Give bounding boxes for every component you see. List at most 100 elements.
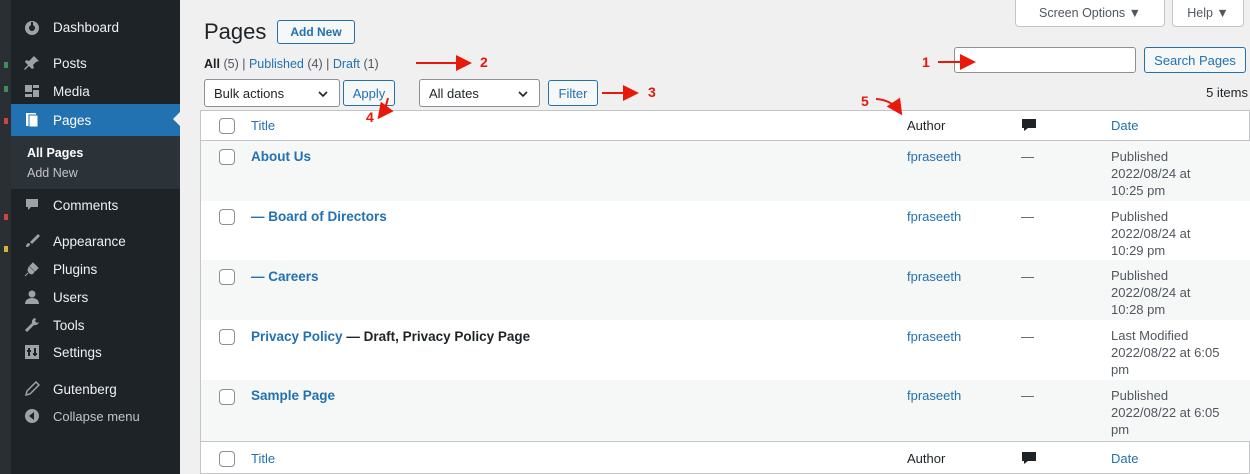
date-status: Published bbox=[1111, 268, 1169, 283]
sidebar-item-posts[interactable]: Posts bbox=[11, 48, 180, 78]
page-title-link[interactable]: About Us bbox=[251, 149, 311, 164]
main-content: Screen Options ▼ Help ▼ Pages Add New Al… bbox=[180, 0, 1250, 474]
submenu-all-pages[interactable]: All Pages bbox=[27, 146, 83, 160]
date-cell: Published 2022/08/24 at 10:28 pm bbox=[1111, 267, 1250, 318]
column-date-footer[interactable]: Date bbox=[1111, 451, 1138, 466]
sidebar-item-label: Gutenberg bbox=[53, 381, 117, 397]
pin-icon bbox=[24, 55, 40, 71]
sidebar-item-label: Media bbox=[53, 83, 90, 99]
comment-count: — bbox=[1021, 329, 1034, 344]
date-time: 10:28 pm bbox=[1111, 302, 1166, 317]
page-title-link[interactable]: — Careers bbox=[251, 269, 319, 284]
pages-submenu: All Pages Add New bbox=[11, 136, 180, 189]
page-title-link[interactable]: — Board of Directors bbox=[251, 209, 387, 224]
table-footer: Title Author Date bbox=[201, 441, 1250, 474]
author-link[interactable]: fpraseeth bbox=[907, 329, 961, 344]
date-time: 10:25 pm bbox=[1111, 183, 1166, 198]
sidebar-item-plugins[interactable]: Plugins bbox=[11, 254, 180, 284]
comment-icon bbox=[24, 197, 40, 213]
sidebar-item-label: Appearance bbox=[53, 233, 126, 249]
date-time: pm bbox=[1111, 362, 1130, 377]
date-time: pm bbox=[1111, 422, 1130, 437]
date-time: 10:29 pm bbox=[1111, 243, 1166, 258]
date-cell: Published 2022/08/24 at 10:25 pm bbox=[1111, 148, 1250, 199]
author-link[interactable]: fpraseeth bbox=[907, 209, 961, 224]
comment-count: — bbox=[1021, 149, 1034, 164]
date-status: Published bbox=[1111, 149, 1169, 164]
date-value: 2022/08/24 at bbox=[1111, 285, 1191, 300]
annotation-4: 4 bbox=[366, 109, 374, 125]
collapse-arrow-icon bbox=[24, 408, 40, 424]
sidebar-item-label: Tools bbox=[53, 317, 85, 333]
media-icon bbox=[24, 83, 40, 99]
author-link[interactable]: fpraseeth bbox=[907, 149, 961, 164]
annotation-1: 1 bbox=[922, 54, 930, 70]
select-all-checkbox[interactable] bbox=[219, 451, 235, 467]
dashboard-icon bbox=[24, 19, 40, 35]
table-row: Sample Page fpraseeth — Published 2022/0… bbox=[201, 380, 1250, 441]
date-status: Published bbox=[1111, 209, 1169, 224]
annotation-3: 3 bbox=[648, 84, 656, 100]
sidebar-item-media[interactable]: Media bbox=[11, 76, 180, 106]
sidebar-item-label: Posts bbox=[53, 55, 87, 71]
table-row: — Careers fpraseeth — Published 2022/08/… bbox=[201, 260, 1250, 320]
sidebar-item-label: Pages bbox=[53, 112, 92, 128]
sidebar-item-pages[interactable]: Pages bbox=[11, 104, 181, 136]
comment-icon[interactable] bbox=[1021, 451, 1037, 468]
row-checkbox[interactable] bbox=[219, 269, 235, 285]
sidebar-item-gutenberg[interactable]: Gutenberg bbox=[11, 374, 180, 404]
table-row: — Board of Directors fpraseeth — Publish… bbox=[201, 201, 1250, 260]
date-value: 2022/08/22 at 6:05 bbox=[1111, 405, 1220, 420]
column-title-footer[interactable]: Title bbox=[251, 451, 275, 466]
admin-sidebar: Dashboard Posts Media Pages All Pages Ad… bbox=[11, 0, 181, 474]
date-status: Last Modified bbox=[1111, 328, 1189, 343]
date-cell: Published 2022/08/24 at 10:29 pm bbox=[1111, 208, 1250, 259]
annotation-5: 5 bbox=[861, 93, 869, 109]
left-edge-strip bbox=[0, 0, 11, 474]
comment-count: — bbox=[1021, 269, 1034, 284]
collapse-menu-button[interactable]: Collapse menu bbox=[11, 401, 180, 431]
column-author-footer: Author bbox=[907, 451, 946, 466]
sidebar-item-label: Comments bbox=[53, 197, 119, 213]
date-value: 2022/08/22 at 6:05 bbox=[1111, 345, 1220, 360]
row-checkbox[interactable] bbox=[219, 209, 235, 225]
page-title-link[interactable]: Privacy Policy bbox=[251, 329, 343, 344]
pages-icon bbox=[24, 112, 40, 128]
sidebar-item-appearance[interactable]: Appearance bbox=[11, 226, 180, 256]
sidebar-item-label: Plugins bbox=[53, 261, 98, 277]
sidebar-item-settings[interactable]: Settings bbox=[11, 337, 180, 367]
wrench-icon bbox=[24, 317, 40, 333]
date-value: 2022/08/24 at bbox=[1111, 226, 1191, 241]
submenu-add-new[interactable]: Add New bbox=[27, 166, 78, 180]
settings-icon bbox=[24, 344, 40, 360]
date-value: 2022/08/24 at bbox=[1111, 166, 1191, 181]
plugin-icon bbox=[24, 261, 40, 277]
page-state-suffix: — Draft, Privacy Policy Page bbox=[342, 329, 531, 344]
sidebar-item-tools[interactable]: Tools bbox=[11, 310, 180, 340]
author-link[interactable]: fpraseeth bbox=[907, 269, 961, 284]
page-title-cell: Privacy Policy — Draft, Privacy Policy P… bbox=[251, 329, 530, 344]
collapse-menu-label: Collapse menu bbox=[53, 408, 140, 424]
page-title-link[interactable]: Sample Page bbox=[251, 388, 335, 403]
comment-count: — bbox=[1021, 209, 1034, 224]
date-cell: Last Modified 2022/08/22 at 6:05 pm bbox=[1111, 327, 1250, 378]
sidebar-item-dashboard[interactable]: Dashboard bbox=[11, 12, 180, 42]
annotation-arrows bbox=[377, 54, 976, 120]
row-checkbox[interactable] bbox=[219, 389, 235, 405]
date-status: Published bbox=[1111, 388, 1169, 403]
annotation-arrow-4 bbox=[377, 97, 394, 120]
author-link[interactable]: fpraseeth bbox=[907, 388, 961, 403]
table-row: About Us fpraseeth — Published 2022/08/2… bbox=[201, 141, 1250, 201]
sidebar-item-label: Users bbox=[53, 289, 89, 305]
annotation-2: 2 bbox=[480, 54, 488, 70]
table-row: Privacy Policy — Draft, Privacy Policy P… bbox=[201, 320, 1250, 380]
row-checkbox[interactable] bbox=[219, 329, 235, 345]
sidebar-item-label: Dashboard bbox=[53, 19, 120, 35]
brush-icon bbox=[24, 233, 40, 249]
sidebar-item-comments[interactable]: Comments bbox=[11, 190, 180, 220]
pencil-icon bbox=[24, 381, 40, 397]
date-cell: Published 2022/08/22 at 6:05 pm bbox=[1111, 387, 1250, 438]
sidebar-item-users[interactable]: Users bbox=[11, 282, 180, 312]
row-checkbox[interactable] bbox=[219, 149, 235, 165]
pages-table: Title Author Date About Us fpraseeth — P… bbox=[200, 110, 1250, 474]
